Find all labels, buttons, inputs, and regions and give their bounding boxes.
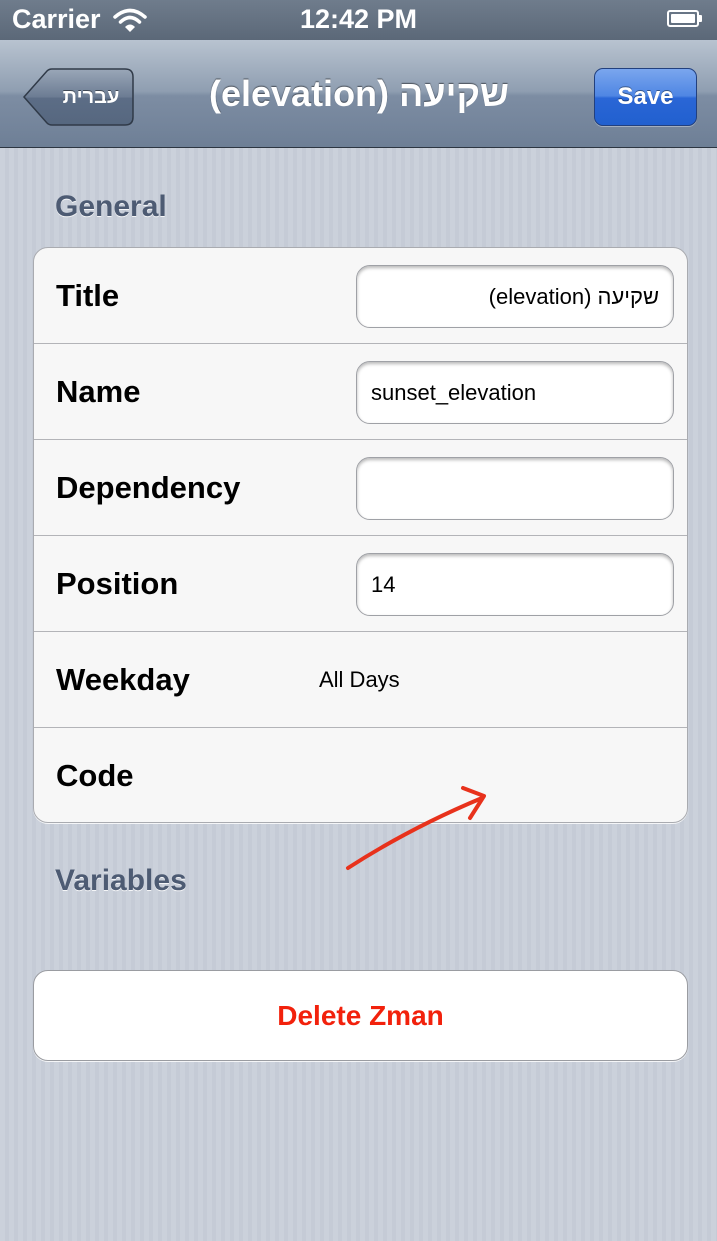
form-row-title: Title — [34, 248, 687, 344]
form-row-name: Name — [34, 344, 687, 440]
general-form-group: Title Name Dependency Position Weekday A… — [33, 247, 688, 823]
section-header-variables: Variables — [55, 864, 187, 897]
page-title: שקיעה (elevation) — [208, 73, 510, 114]
back-button-label: עברית — [62, 86, 120, 108]
dependency-field[interactable] — [356, 457, 674, 520]
battery-icon — [667, 10, 702, 27]
position-field[interactable] — [356, 553, 674, 616]
form-row-position: Position — [34, 536, 687, 632]
weekday-value: All Days — [319, 667, 400, 692]
title-field[interactable] — [356, 265, 674, 328]
name-field[interactable] — [356, 361, 674, 424]
name-label: Name — [56, 374, 141, 409]
form-row-weekday[interactable]: Weekday All Days — [34, 632, 687, 728]
position-label: Position — [56, 566, 179, 601]
back-button[interactable]: עברית — [22, 68, 134, 126]
section-header-general: General — [55, 190, 167, 223]
arrow-annotation-icon — [346, 786, 486, 870]
title-label: Title — [56, 278, 120, 313]
save-button[interactable]: Save — [594, 68, 697, 126]
content-area: General Title Name Dependency Position W… — [0, 148, 717, 1241]
status-time: 12:42 PM — [299, 4, 418, 34]
form-row-dependency: Dependency — [34, 440, 687, 536]
dependency-label: Dependency — [56, 470, 241, 505]
navigation-bar: עברית שקיעה (elevation) Save — [0, 40, 717, 148]
delete-zman-button[interactable]: Delete Zman — [33, 970, 688, 1061]
code-label: Code — [56, 758, 134, 793]
weekday-label: Weekday — [56, 662, 190, 697]
status-bar: Carrier 12:42 PM — [0, 0, 717, 40]
